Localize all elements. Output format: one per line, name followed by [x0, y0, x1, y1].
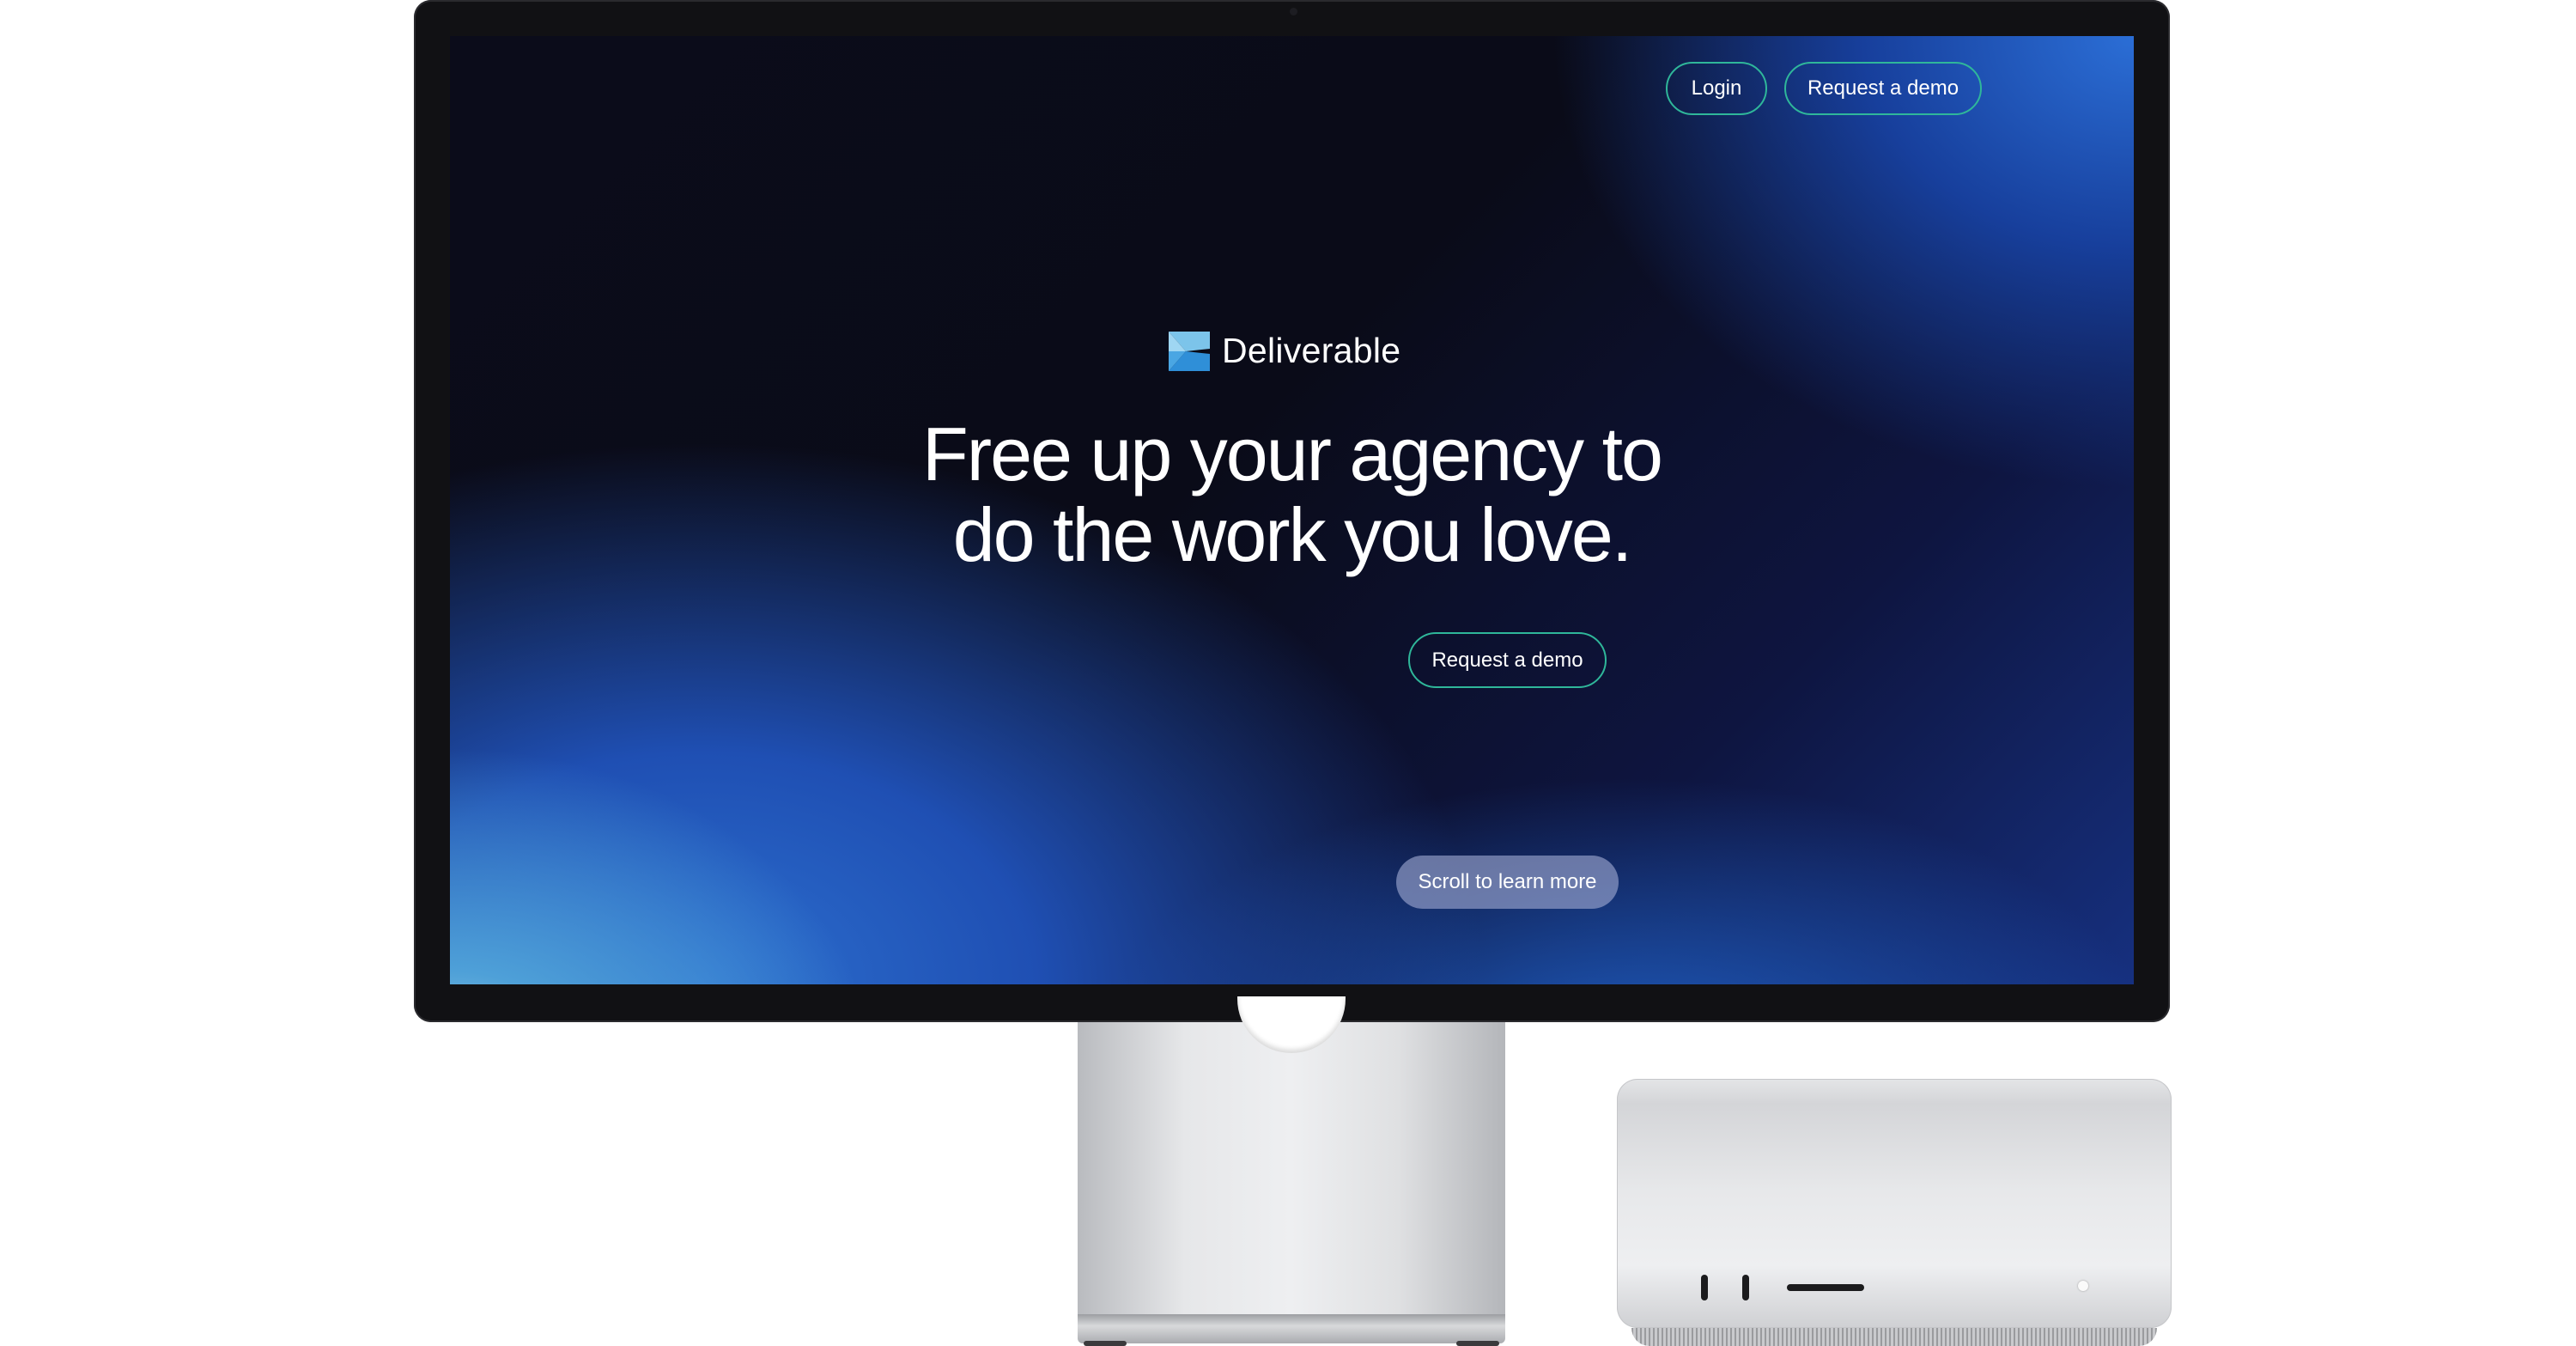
stand-cable-hole — [1237, 996, 1346, 1053]
monitor-stand-base — [1078, 1314, 1505, 1343]
mac-studio-vent-base — [1631, 1328, 2157, 1346]
stand-foot-right — [1456, 1341, 1499, 1346]
hero-request-demo-button[interactable]: Request a demo — [1408, 632, 1607, 688]
login-button[interactable]: Login — [1666, 62, 1767, 115]
brand-logo[interactable]: Deliverable — [1169, 331, 1400, 371]
sd-card-slot — [1787, 1284, 1864, 1291]
hero-headline: Free up your agency to do the work you l… — [450, 414, 2134, 576]
usb-c-port-1 — [1701, 1275, 1708, 1300]
studio-display-monitor: Login Request a demo Deliverable Free up… — [414, 0, 2170, 1022]
headline-line-1: Free up your agency to — [922, 411, 1663, 496]
monitor-stand — [1078, 996, 1505, 1314]
stand-foot-left — [1084, 1341, 1127, 1346]
scroll-hint-button[interactable]: Scroll to learn more — [1396, 856, 1619, 909]
website-screen: Login Request a demo Deliverable Free up… — [450, 36, 2134, 984]
deliverable-logo-icon — [1169, 331, 1210, 371]
mac-studio-device — [1617, 1079, 2172, 1328]
power-led-icon — [2078, 1281, 2088, 1291]
headline-line-2: do the work you love. — [952, 492, 1633, 577]
nav-request-demo-button[interactable]: Request a demo — [1784, 62, 1982, 115]
camera-icon — [1290, 8, 1297, 15]
brand-name: Deliverable — [1222, 331, 1401, 370]
usb-c-port-2 — [1742, 1275, 1749, 1300]
